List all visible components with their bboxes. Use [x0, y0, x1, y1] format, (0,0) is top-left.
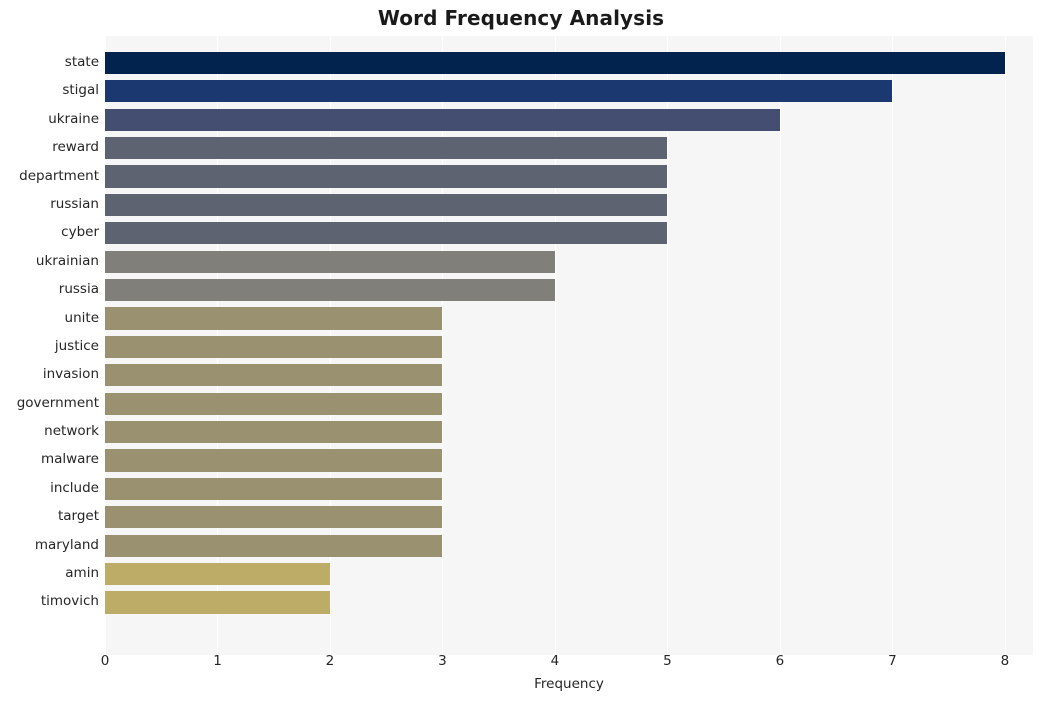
y-tick-label-department: department	[19, 167, 99, 184]
bar-row	[105, 449, 1033, 472]
bar-row	[105, 250, 1033, 273]
bar-ukrainian	[105, 250, 555, 273]
y-tick-label-malware: malware	[40, 451, 99, 468]
bar-reward	[105, 137, 668, 160]
y-tick-label-justice: justice	[54, 337, 99, 354]
y-tick-label-network: network	[44, 423, 99, 440]
y-tick-label-state: state	[64, 53, 99, 70]
bar-timovich	[105, 591, 330, 614]
x-tick-label-6: 6	[775, 653, 785, 669]
word-frequency-chart: Word Frequency Analysis state stigal ukrai…	[0, 0, 1042, 701]
y-tick-label-russian: russian	[50, 195, 99, 212]
bar-malware	[105, 449, 443, 472]
y-tick-label-target: target	[57, 508, 99, 525]
bar-row	[105, 563, 1033, 586]
bar-row	[105, 392, 1033, 415]
bar-row	[105, 193, 1033, 216]
bar-unite	[105, 307, 443, 330]
bar-row	[105, 335, 1033, 358]
bar-row	[105, 534, 1033, 557]
y-tick-label-russia: russia	[58, 281, 99, 298]
bars-container	[105, 36, 1033, 655]
y-tick-label-cyber: cyber	[61, 224, 99, 241]
y-tick-label-include: include	[50, 479, 99, 496]
bar-row	[105, 222, 1033, 245]
y-tick-label-maryland: maryland	[34, 536, 99, 553]
bar-russia	[105, 279, 555, 302]
bar-row	[105, 307, 1033, 330]
bar-justice	[105, 335, 443, 358]
chart-title: Word Frequency Analysis	[377, 6, 665, 30]
y-tick-label-unite: unite	[64, 309, 99, 326]
x-tick-label-7: 7	[888, 653, 897, 669]
bar-row	[105, 506, 1033, 529]
bar-row	[105, 591, 1033, 614]
bar-row	[105, 165, 1033, 188]
x-tick-label-4: 4	[550, 653, 560, 669]
bar-russian	[105, 193, 668, 216]
bar-row	[105, 477, 1033, 500]
bar-row	[105, 364, 1033, 387]
bar-row	[105, 137, 1033, 160]
y-tick-label-ukrainian: ukrainian	[35, 252, 99, 269]
y-tick-label-timovich: timovich	[40, 593, 99, 610]
bar-maryland	[105, 534, 443, 557]
bar-row	[105, 80, 1033, 103]
bar-target	[105, 506, 443, 529]
bar-amin	[105, 563, 330, 586]
bar-row	[105, 51, 1033, 75]
y-tick-label-stigal: stigal	[62, 82, 99, 99]
y-tick-label-government: government	[16, 394, 99, 411]
bar-stigal	[105, 80, 893, 103]
bar-row	[105, 108, 1033, 131]
bar-department	[105, 165, 668, 188]
x-tick-label-3: 3	[438, 653, 447, 669]
x-tick-label-1: 1	[213, 653, 222, 669]
bar-state	[105, 51, 1005, 75]
x-tick-label-0: 0	[100, 653, 110, 669]
bar-row	[105, 421, 1033, 444]
x-tick-label-8: 8	[1000, 653, 1010, 669]
x-axis-title: Frequency	[534, 676, 604, 692]
bar-government	[105, 392, 443, 415]
bar-network	[105, 421, 443, 444]
y-tick-label-amin: amin	[65, 565, 99, 582]
x-tick-label-5: 5	[663, 653, 672, 669]
y-tick-label-ukraine: ukraine	[48, 110, 99, 127]
bar-row	[105, 279, 1033, 302]
bar-cyber	[105, 222, 668, 245]
x-tick-label-2: 2	[325, 653, 335, 669]
y-tick-label-invasion: invasion	[42, 366, 99, 383]
bar-include	[105, 477, 443, 500]
bar-ukraine	[105, 108, 780, 131]
bar-invasion	[105, 364, 443, 387]
y-axis-tick-labels: state stigal ukraine reward department russia…	[0, 36, 99, 655]
y-tick-label-reward: reward	[52, 139, 99, 156]
plot-area	[105, 36, 1033, 655]
